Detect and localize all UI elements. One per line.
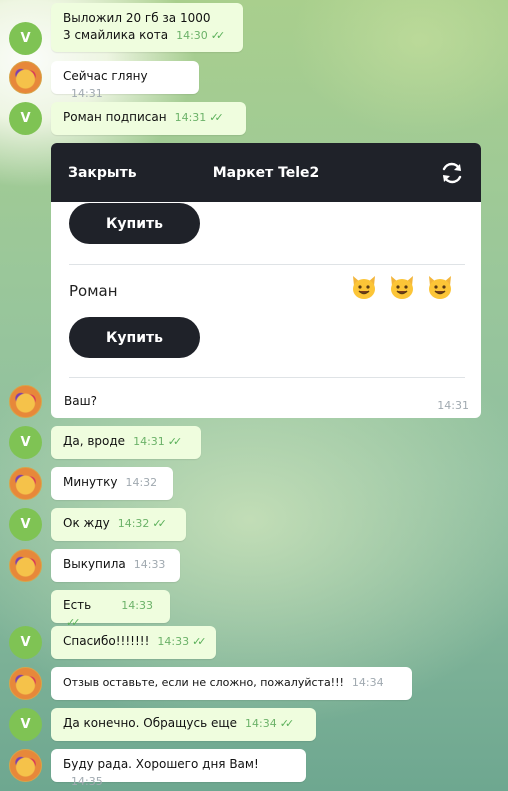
message-time: 14:32: [125, 476, 158, 489]
divider: [69, 377, 465, 378]
message-text: Ок жду: [63, 516, 110, 530]
message-bubble-out[interactable]: Есть 14:33✓✓: [51, 590, 170, 629]
buy-button[interactable]: Купить: [69, 317, 200, 358]
message-bubble-out[interactable]: Да, вроде 14:31 ✓✓: [51, 426, 201, 459]
message-text: Отзыв оставьте, если не сложно, пожалуйс…: [63, 676, 344, 689]
avatar-letter: V: [20, 517, 31, 532]
message-time: 14:31: [174, 111, 207, 124]
message-time: 14:31: [437, 399, 469, 412]
avatar-contact[interactable]: [9, 667, 42, 700]
message-text: Да, вроде: [63, 434, 126, 448]
avatar-contact[interactable]: [9, 61, 42, 94]
message-bubble-out[interactable]: Ок жду 14:32 ✓✓: [51, 508, 186, 541]
read-checkmarks-icon: ✓✓: [192, 635, 207, 648]
avatar-letter: V: [20, 111, 31, 126]
cat-emoji-row: [350, 274, 454, 300]
avatar-contact[interactable]: [9, 749, 42, 782]
avatar-v[interactable]: V: [9, 508, 42, 541]
avatar-letter: V: [20, 435, 31, 450]
message-text: Есть: [63, 598, 92, 612]
message-text: Выкупила: [63, 557, 126, 571]
close-button[interactable]: Закрыть: [68, 165, 137, 181]
buy-button[interactable]: Купить: [69, 203, 200, 244]
message-text: Роман подписан: [63, 110, 167, 124]
message-text: 3 смайлика кота: [63, 28, 169, 42]
divider: [69, 264, 465, 265]
message-bubble-out[interactable]: Выложил 20 гб за 1000 3 смайлика кота 14:…: [51, 3, 243, 52]
avatar-v[interactable]: V: [9, 22, 42, 55]
message-bubble-in[interactable]: Минутку 14:32: [51, 467, 173, 500]
item-name: Роман: [69, 282, 118, 300]
message-text: Да конечно. Обращусь еще: [63, 716, 238, 730]
read-checkmarks-icon: ✓✓: [167, 435, 183, 448]
buy-button-label: Купить: [105, 215, 164, 232]
avatar-letter: V: [20, 635, 31, 650]
read-checkmarks-icon: ✓✓: [209, 111, 224, 124]
read-checkmarks-icon: ✓✓: [279, 717, 295, 730]
read-checkmarks-icon: ✓✓: [152, 517, 167, 530]
message-bubble-out[interactable]: Да конечно. Обращусь еще 14:34 ✓✓: [51, 708, 316, 741]
message-text: Ваш?: [64, 394, 97, 408]
message-time: 14:31: [133, 435, 165, 448]
message-bubble-in[interactable]: Буду рада. Хорошего дня Вам! 14:35: [51, 749, 306, 788]
message-time: 14:31: [71, 87, 103, 100]
avatar-v[interactable]: V: [9, 102, 42, 135]
avatar-v[interactable]: V: [9, 708, 42, 741]
avatar-contact[interactable]: [9, 467, 42, 500]
avatar-v[interactable]: V: [9, 626, 42, 659]
avatar-v[interactable]: V: [9, 426, 42, 459]
message-text: Сейчас гляну: [63, 69, 148, 83]
avatar-letter: V: [20, 717, 31, 732]
avatar-letter: V: [20, 31, 31, 46]
message-bubble-out[interactable]: Роман подписан 14:31 ✓✓: [51, 102, 246, 135]
read-checkmarks-icon: ✓✓: [210, 29, 226, 42]
message-text: Спасибо!!!!!!!: [63, 634, 150, 648]
message-text: Буду рада. Хорошего дня Вам!: [63, 757, 259, 771]
bot-webapp-panel: Закрыть Маркет Tele2 Купить Роман Купить…: [51, 143, 481, 418]
message-time: 14:34: [351, 676, 384, 689]
message-time: 14:35: [71, 775, 103, 788]
message-time: 14:34: [245, 717, 277, 730]
message-bubble-in[interactable]: Отзыв оставьте, если не сложно, пожалуйс…: [51, 667, 412, 700]
avatar-contact[interactable]: [9, 549, 42, 582]
message-text: Минутку: [63, 475, 118, 489]
cat-emoji-icon: [353, 276, 375, 299]
message-bubble-in[interactable]: Сейчас гляну 14:31: [51, 61, 199, 100]
message-time: 14:30: [176, 29, 208, 42]
message-time: 14:32: [117, 517, 150, 530]
message-time: 14:33: [121, 599, 153, 612]
cat-emoji-icon: [429, 276, 451, 299]
message-text: Выложил 20 гб за 1000: [63, 11, 211, 25]
cat-emoji-icon: [391, 276, 413, 299]
message-bubble-in[interactable]: Выкупила 14:33: [51, 549, 180, 582]
message-time: 14:33: [157, 635, 190, 648]
message-time: 14:33: [133, 558, 166, 571]
panel-header: Закрыть Маркет Tele2: [51, 143, 481, 202]
avatar-contact[interactable]: [9, 385, 42, 418]
refresh-icon[interactable]: [439, 160, 465, 186]
buy-button-label: Купить: [105, 329, 164, 346]
message-bubble-out[interactable]: Спасибо!!!!!!! 14:33 ✓✓: [51, 626, 216, 659]
